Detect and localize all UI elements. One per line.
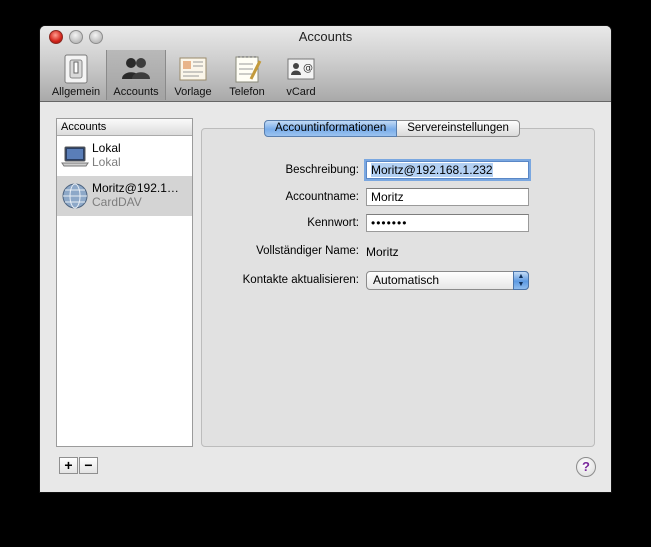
accounts-list-header: Accounts — [57, 119, 192, 136]
add-account-button[interactable]: + — [59, 457, 78, 474]
update-contacts-popup[interactable]: Automatisch ▲ ▼ — [366, 271, 529, 290]
laptop-icon — [61, 142, 89, 170]
template-card-icon — [177, 53, 209, 85]
preferences-toolbar: Allgemein Accounts Vorlage Telefon @ vCa… — [46, 50, 328, 100]
password-field[interactable]: ••••••• — [366, 214, 529, 232]
account-tabs: Accountinformationen Servereinstellungen — [264, 120, 520, 137]
remove-account-button[interactable]: − — [79, 457, 98, 474]
toolbar-vcard[interactable]: @ vCard — [274, 50, 328, 100]
full-name-label: Vollständiger Name: — [256, 245, 359, 257]
tab-accountinformationen[interactable]: Accountinformationen — [264, 120, 398, 137]
toolbar-accounts[interactable]: Accounts — [106, 50, 166, 100]
toolbar-vorlage[interactable]: Vorlage — [166, 50, 220, 100]
help-button[interactable]: ? — [576, 457, 596, 477]
preferences-window: Accounts Allgemein Accounts Vorlage Tele… — [40, 26, 611, 492]
network-globe-icon — [61, 182, 89, 210]
account-name-field[interactable]: Moritz — [366, 188, 529, 206]
accounts-people-icon — [120, 53, 152, 85]
popup-arrows-icon: ▲ ▼ — [513, 271, 529, 290]
description-label: Beschreibung: — [285, 164, 359, 176]
full-name-value: Moritz — [366, 245, 399, 259]
password-label: Kennwort: — [307, 217, 359, 229]
svg-text:@: @ — [303, 63, 313, 74]
window-title: Accounts — [298, 29, 353, 44]
update-contacts-label: Kontakte aktualisieren: — [242, 274, 359, 286]
account-name-label: Accountname: — [285, 191, 359, 203]
titlebar: Accounts Allgemein Accounts Vorlage Tele… — [40, 26, 611, 102]
general-switch-icon — [60, 53, 92, 85]
description-field[interactable]: Moritz@192.168.1.232 — [366, 161, 529, 179]
phone-notepad-icon — [231, 53, 263, 85]
toolbar-telefon[interactable]: Telefon — [220, 50, 274, 100]
vcard-icon: @ — [285, 53, 317, 85]
toolbar-allgemein[interactable]: Allgemein — [46, 50, 106, 100]
tab-servereinstellungen[interactable]: Servereinstellungen — [397, 120, 520, 137]
